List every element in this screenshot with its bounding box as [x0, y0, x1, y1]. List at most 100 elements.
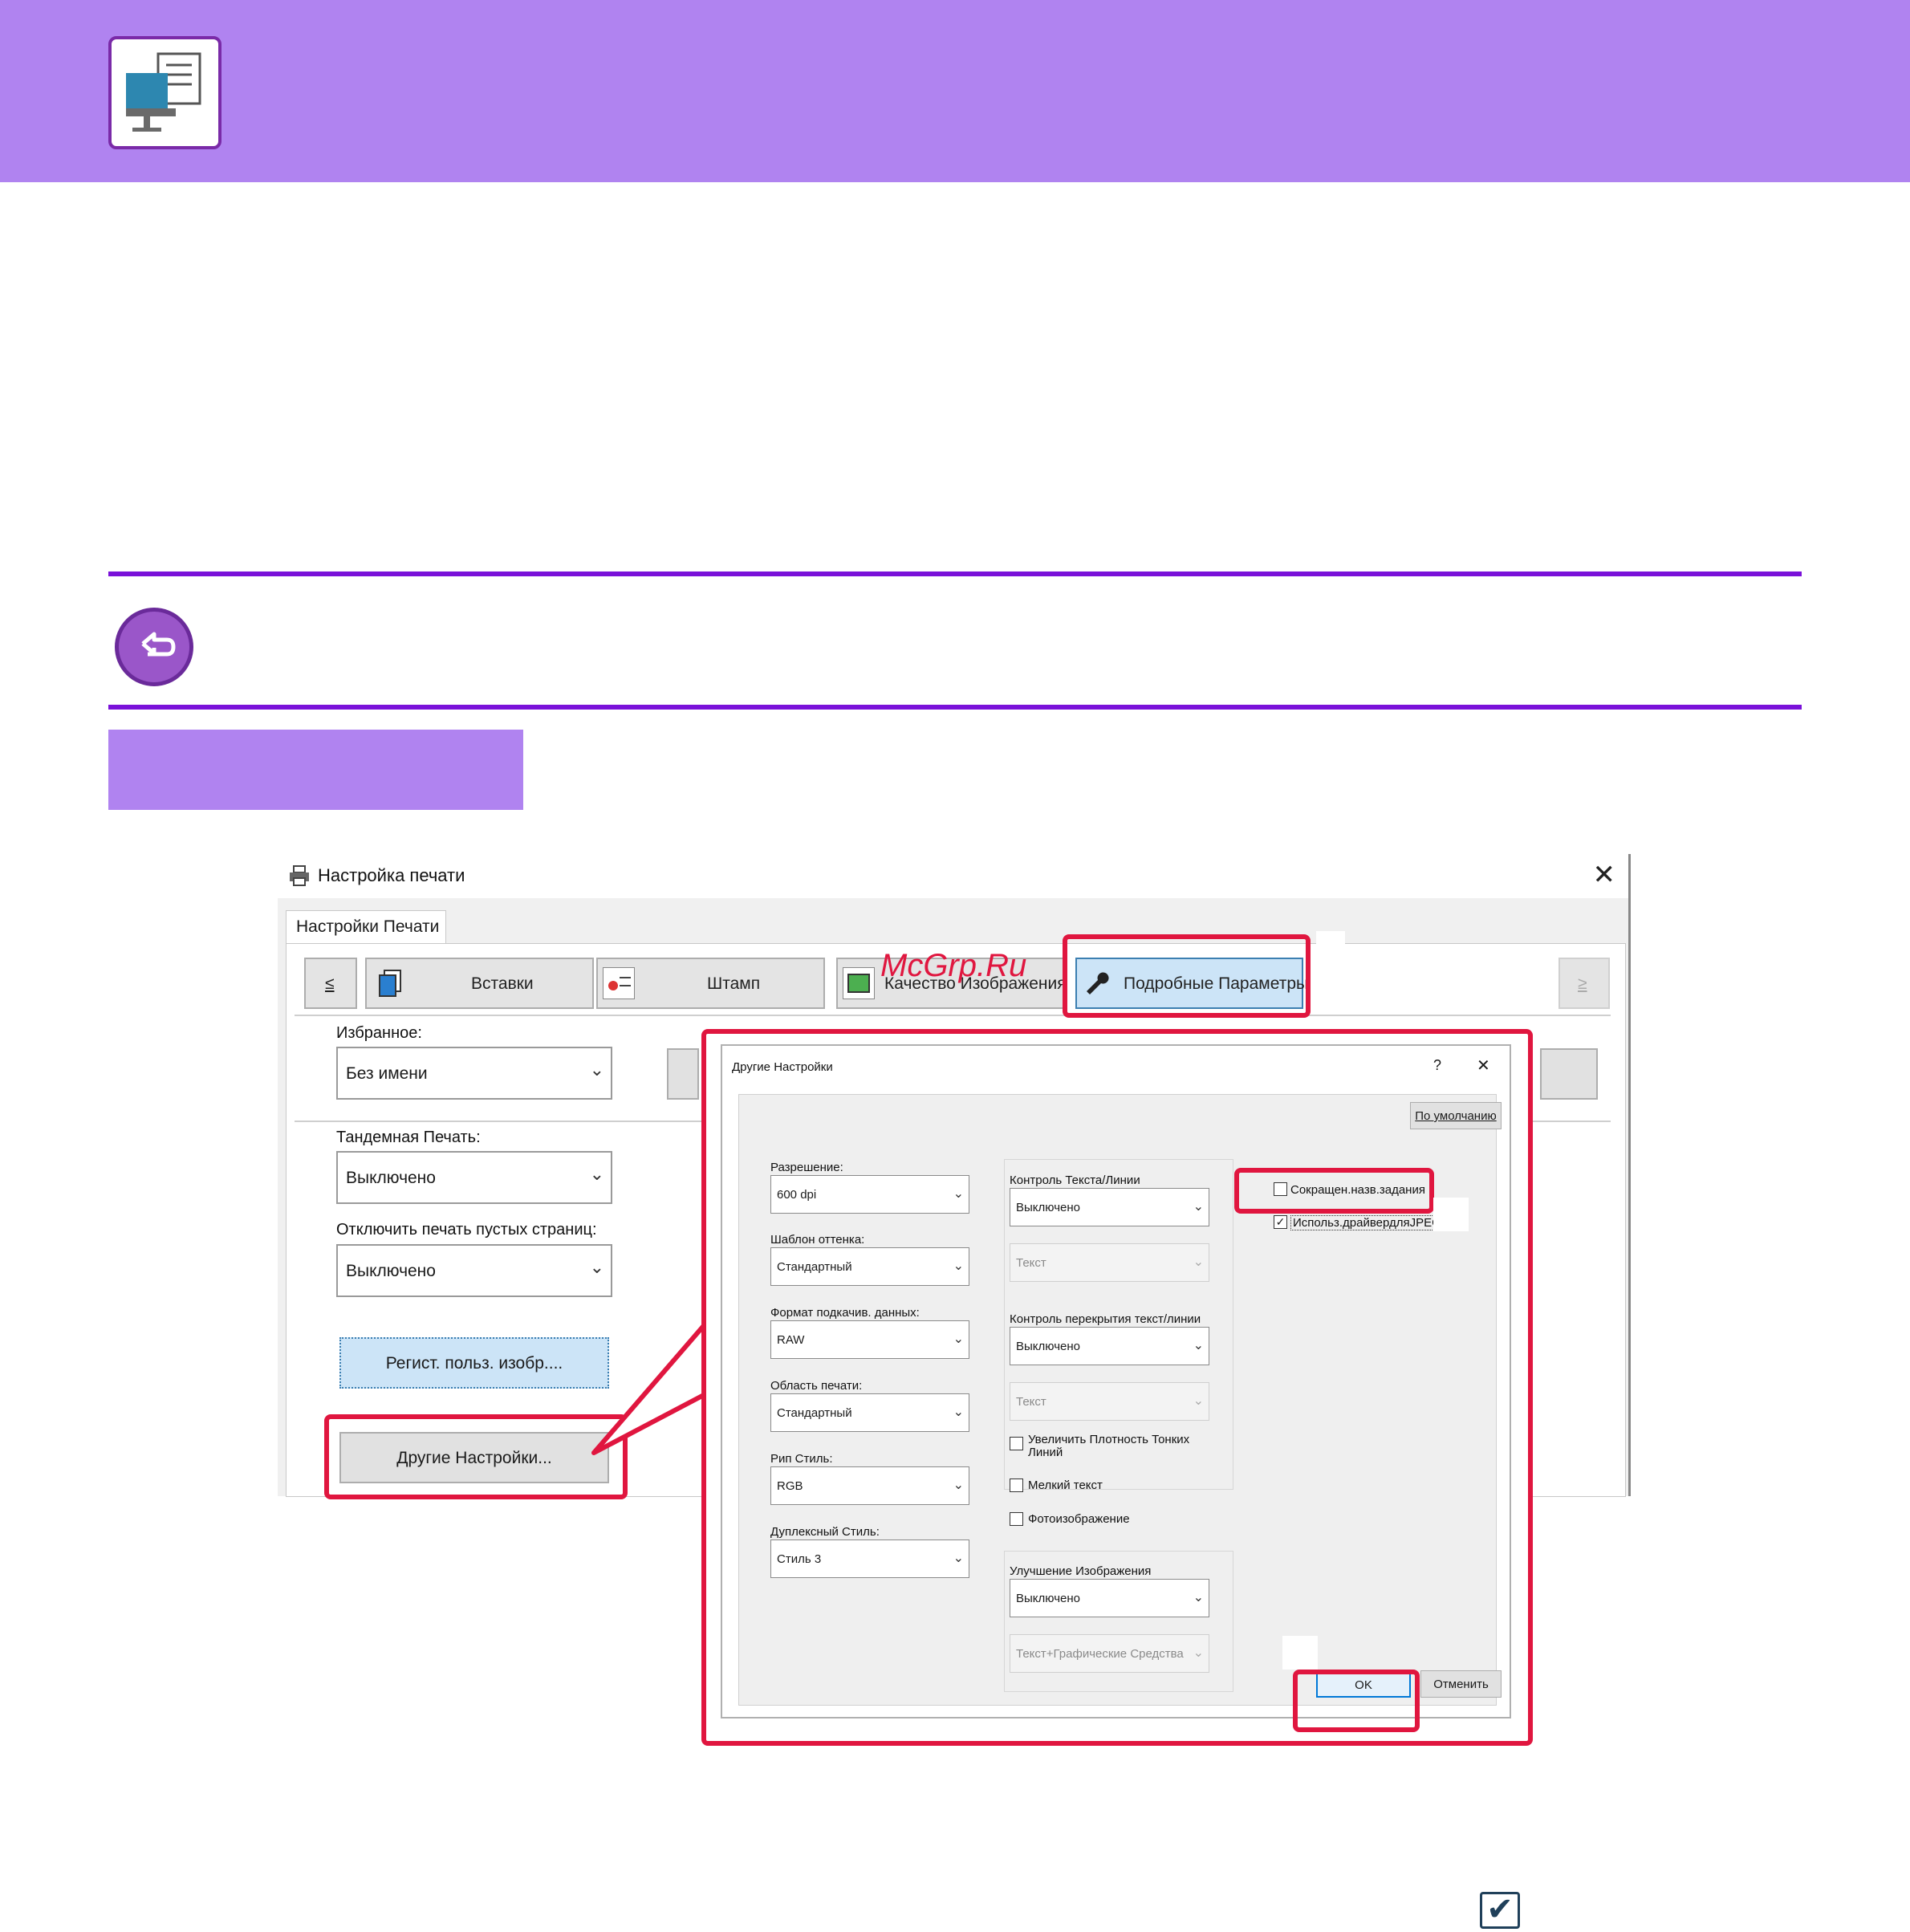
favorites-save-button[interactable]: [667, 1048, 699, 1100]
image-icon: [843, 967, 875, 999]
section-tab: [108, 730, 523, 810]
tandem-value: Выключено: [346, 1169, 436, 1187]
register-image-label: Регист. польз. изобр....: [385, 1354, 563, 1373]
rip-style-select[interactable]: RGB ⌄: [770, 1466, 969, 1505]
restore-defaults-label: По умолчанию: [1415, 1109, 1497, 1123]
overlap-control-select[interactable]: Выключено ⌄: [1010, 1327, 1209, 1365]
image-enhance-sub-value: Текст+Графические Средства: [1016, 1647, 1184, 1661]
jpeg-driver-label: Использ.драйвердляJPEG: [1290, 1215, 1444, 1230]
text-line-sub-value: Текст: [1016, 1256, 1046, 1270]
chevron-down-icon: ⌄: [589, 1257, 604, 1277]
print-area-value: Стандартный: [777, 1406, 852, 1420]
resolution-value: 600 dpi: [777, 1188, 817, 1202]
blank-pages-label: Отключить печать пустых страниц:: [336, 1221, 597, 1239]
chevron-down-icon: ⌄: [953, 1259, 964, 1273]
chevron-down-icon: ⌄: [953, 1332, 964, 1346]
duplex-style-label: Дуплексный Стиль:: [770, 1525, 880, 1539]
image-enhance-sub-select: Текст+Графические Средства ⌄: [1010, 1634, 1209, 1673]
duplex-style-select[interactable]: Стиль 3 ⌄: [770, 1539, 969, 1578]
chevron-down-icon: ⌄: [1193, 1394, 1204, 1408]
cancel-button[interactable]: Отменить: [1420, 1670, 1502, 1698]
chevron-down-icon: ⌄: [589, 1164, 604, 1184]
nav-prev-label: ≤: [325, 974, 335, 993]
chevron-down-icon: ⌄: [589, 1060, 604, 1080]
rip-style-value: RGB: [777, 1479, 803, 1493]
blank-pages-select[interactable]: Выключено ⌄: [336, 1244, 612, 1297]
halftone-select[interactable]: Стандартный ⌄: [770, 1247, 969, 1286]
photo-checkbox[interactable]: [1010, 1512, 1023, 1526]
checkmark-icon: ✔: [1480, 1892, 1520, 1929]
highlight-jpeg-checkbox: [1234, 1168, 1434, 1214]
cancel-label: Отменить: [1433, 1678, 1489, 1691]
small-text-label: Мелкий текст: [1028, 1478, 1103, 1492]
header-banner: [0, 0, 1910, 182]
image-enhance-label: Улучшение Изображения: [1010, 1564, 1152, 1578]
help-icon[interactable]: ?: [1433, 1057, 1441, 1074]
chevron-down-icon: ⌄: [1193, 1339, 1204, 1352]
jpeg-driver-checkbox[interactable]: ✓: [1274, 1215, 1287, 1229]
thin-lines-label: Увеличить Плотность Тонких Линий: [1028, 1433, 1190, 1459]
stamp-icon: [603, 967, 635, 999]
chevron-down-icon: ⌄: [1193, 1255, 1204, 1269]
other-settings-dialog: Другие Настройки ? ✕ По умолчанию Разреш…: [721, 1044, 1511, 1718]
spool-format-value: RAW: [777, 1333, 805, 1347]
close-icon[interactable]: ✕: [1477, 1055, 1490, 1076]
defaults-button-partial[interactable]: [1540, 1048, 1598, 1100]
nav-next-label: ≥: [1578, 974, 1587, 993]
chevron-down-icon: ⌄: [1193, 1200, 1204, 1214]
tab-inserts[interactable]: Вставки: [365, 958, 594, 1009]
text-line-control-value: Выключено: [1016, 1201, 1080, 1214]
small-text-checkbox[interactable]: [1010, 1478, 1023, 1492]
section-divider-top: [108, 571, 1802, 576]
highlight-ok-button: [1293, 1670, 1420, 1732]
blank-pages-value: Выключено: [346, 1262, 436, 1280]
callout-box: [1316, 931, 1345, 960]
nav-prev-button[interactable]: ≤: [304, 958, 357, 1009]
favorites-select[interactable]: Без имени ⌄: [336, 1047, 612, 1100]
printer-icon: [287, 864, 311, 892]
image-enhance-select[interactable]: Выключено ⌄: [1010, 1579, 1209, 1617]
chevron-down-icon: ⌄: [953, 1405, 964, 1419]
other-dialog-title: Другие Настройки: [732, 1060, 833, 1074]
resolution-label: Разрешение:: [770, 1161, 843, 1174]
dialog-titlebar: Настройка печати ✕: [278, 854, 1628, 898]
back-arrow-icon[interactable]: [115, 608, 193, 686]
overlap-control-value: Выключено: [1016, 1340, 1080, 1353]
overlap-sub-value: Текст: [1016, 1395, 1046, 1409]
text-line-control-select[interactable]: Выключено ⌄: [1010, 1188, 1209, 1226]
tab-stamp-label: Штамп: [707, 974, 761, 993]
halftone-label: Шаблон оттенка:: [770, 1233, 865, 1247]
tab-stamp[interactable]: Штамп: [596, 958, 825, 1009]
separator: [295, 1015, 1611, 1016]
print-area-select[interactable]: Стандартный ⌄: [770, 1393, 969, 1432]
overlap-sub-select: Текст ⌄: [1010, 1382, 1209, 1421]
print-area-label: Область печати:: [770, 1379, 863, 1393]
section-divider-bottom: [108, 705, 1802, 710]
tab-inserts-label: Вставки: [471, 974, 534, 993]
tab-print-settings[interactable]: Настройки Печати: [286, 910, 446, 944]
nav-next-button[interactable]: ≥: [1558, 958, 1610, 1009]
watermark: McGrp.Ru: [880, 948, 1027, 983]
chevron-down-icon: ⌄: [1193, 1591, 1204, 1605]
favorites-value: Без имени: [346, 1064, 428, 1083]
callout-box: [1282, 1636, 1318, 1670]
thin-lines-checkbox[interactable]: [1010, 1437, 1023, 1450]
chevron-down-icon: ⌄: [953, 1552, 964, 1565]
dialog-title: Настройка печати: [318, 865, 465, 885]
favorites-label: Избранное:: [336, 1024, 422, 1042]
text-line-sub-select: Текст ⌄: [1010, 1243, 1209, 1282]
spool-format-label: Формат подкачив. данных:: [770, 1306, 920, 1320]
text-line-control-label: Контроль Текста/Линии: [1010, 1173, 1140, 1187]
duplex-style-value: Стиль 3: [777, 1552, 822, 1566]
close-icon[interactable]: ✕: [1593, 859, 1616, 891]
restore-defaults-button[interactable]: По умолчанию: [1410, 1102, 1502, 1129]
spool-format-select[interactable]: RAW ⌄: [770, 1320, 969, 1359]
tab-label: Настройки Печати: [296, 917, 440, 936]
chevron-down-icon: ⌄: [1193, 1646, 1204, 1660]
callout-box: [1433, 1198, 1469, 1231]
highlight-advanced-tab: [1063, 934, 1311, 1018]
image-enhance-value: Выключено: [1016, 1592, 1080, 1605]
rip-style-label: Рип Стиль:: [770, 1452, 833, 1466]
resolution-select[interactable]: 600 dpi ⌄: [770, 1175, 969, 1214]
tandem-select[interactable]: Выключено ⌄: [336, 1151, 612, 1204]
